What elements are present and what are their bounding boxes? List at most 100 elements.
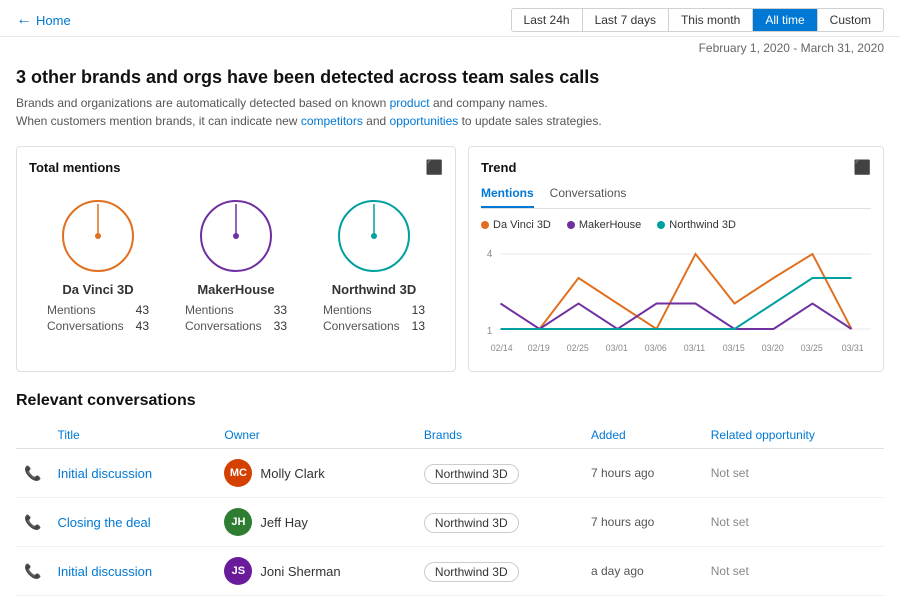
tab-conversations[interactable]: Conversations	[550, 186, 627, 208]
back-button[interactable]: ← Home	[16, 11, 71, 29]
table-row: 📞 Initial discussion MC Molly Clark Nort…	[16, 449, 884, 498]
svg-text:1: 1	[487, 326, 492, 337]
avatar-1: MC	[224, 459, 252, 487]
conv-related-1: Not set	[703, 449, 884, 498]
phone-icon-1: 📞	[16, 449, 49, 498]
svg-text:03/31: 03/31	[842, 343, 864, 353]
table-row: 📞 Closing the deal JH Jeff Hay Northwind…	[16, 498, 884, 547]
conv-owner-2: JH Jeff Hay	[216, 498, 416, 547]
back-label: Home	[36, 13, 71, 28]
brand-stats-makerhouse: Mentions 33 Conversations 33	[185, 303, 287, 333]
svg-text:03/20: 03/20	[762, 343, 784, 353]
trend-share-icon[interactable]: ⬛	[854, 159, 871, 176]
conv-title-1[interactable]: Initial discussion	[49, 449, 216, 498]
competitors-link[interactable]: competitors	[301, 114, 363, 128]
brand-name-northwind: Northwind 3D	[332, 282, 417, 297]
conv-added-3: a day ago	[583, 547, 703, 596]
avatar-3: JS	[224, 557, 252, 585]
page-description: Brands and organizations are automatical…	[16, 94, 884, 130]
legend-label-northwind: Northwind 3D	[669, 219, 736, 231]
legend-makerhouse: MakerHouse	[567, 219, 641, 231]
svg-text:03/25: 03/25	[801, 343, 823, 353]
col-related: Related opportunity	[703, 422, 884, 449]
opportunities-link[interactable]: opportunities	[390, 114, 459, 128]
conv-related-3: Not set	[703, 547, 884, 596]
brand-stats-northwind: Mentions 13 Conversations 13	[323, 303, 425, 333]
legend-dot-makerhouse	[567, 221, 575, 229]
table-row: 📞 Initial discussion JS Joni Sherman Nor…	[16, 547, 884, 596]
phone-icon-2: 📞	[16, 498, 49, 547]
avatar-2: JH	[224, 508, 252, 536]
trend-tabs: Mentions Conversations	[481, 186, 871, 209]
filter-last24h[interactable]: Last 24h	[512, 9, 583, 31]
brand-item-makerhouse: MakerHouse Mentions 33 Conversations 33	[185, 196, 287, 333]
brand-circle-northwind	[334, 196, 414, 276]
brand-circle-makerhouse	[196, 196, 276, 276]
brand-mentions-makerhouse: Mentions 33	[185, 303, 287, 317]
phone-icon-3: 📞	[16, 547, 49, 596]
svg-text:03/01: 03/01	[606, 343, 628, 353]
filter-custom[interactable]: Custom	[818, 9, 883, 31]
brand-stats-davinci: Mentions 43 Conversations 43	[47, 303, 149, 333]
trend-chart: 4 1 02/14 02/19 02/25 03/	[481, 239, 871, 359]
conv-brand-1: Northwind 3D	[416, 449, 583, 498]
owner-name-2: Jeff Hay	[260, 515, 307, 530]
brand-conversations-northwind: Conversations 13	[323, 319, 425, 333]
owner-name-1: Molly Clark	[260, 466, 324, 481]
legend-dot-northwind	[657, 221, 665, 229]
trend-title: Trend	[481, 160, 516, 175]
brand-mentions-northwind: Mentions 13	[323, 303, 425, 317]
brand-item-davinci: Da Vinci 3D Mentions 43 Conversations 43	[47, 196, 149, 333]
brand-name-davinci: Da Vinci 3D	[62, 282, 133, 297]
legend-dot-davinci	[481, 221, 489, 229]
brand-conversations-davinci: Conversations 43	[47, 319, 149, 333]
conv-title-2[interactable]: Closing the deal	[49, 498, 216, 547]
conv-title-3[interactable]: Initial discussion	[49, 547, 216, 596]
time-filter-group: Last 24h Last 7 days This month All time…	[511, 8, 884, 32]
col-added: Added	[583, 422, 703, 449]
svg-text:02/19: 02/19	[528, 343, 550, 353]
share-icon[interactable]: ⬛	[426, 159, 443, 176]
date-range: February 1, 2020 - March 31, 2020	[0, 37, 900, 59]
owner-name-3: Joni Sherman	[260, 564, 340, 579]
conv-brand-2: Northwind 3D	[416, 498, 583, 547]
brands-list: Da Vinci 3D Mentions 43 Conversations 43	[29, 186, 443, 343]
conv-related-2: Not set	[703, 498, 884, 547]
conv-owner-3: JS Joni Sherman	[216, 547, 416, 596]
conv-added-1: 7 hours ago	[583, 449, 703, 498]
col-owner: Owner	[216, 422, 416, 449]
svg-text:02/25: 02/25	[567, 343, 589, 353]
col-brands: Brands	[416, 422, 583, 449]
trend-legend: Da Vinci 3D MakerHouse Northwind 3D	[481, 219, 871, 231]
svg-text:03/15: 03/15	[723, 343, 745, 353]
brand-name-makerhouse: MakerHouse	[197, 282, 274, 297]
conv-added-2: 7 hours ago	[583, 498, 703, 547]
filter-alltime[interactable]: All time	[753, 9, 817, 31]
total-mentions-card: Total mentions ⬛ Da Vinci 3D	[16, 146, 456, 372]
total-mentions-title: Total mentions	[29, 160, 120, 175]
page-title: 3 other brands and orgs have been detect…	[16, 67, 884, 88]
legend-davinci: Da Vinci 3D	[481, 219, 551, 231]
brand-circle-davinci	[58, 196, 138, 276]
brand-conversations-makerhouse: Conversations 33	[185, 319, 287, 333]
col-icon	[16, 422, 49, 449]
svg-text:4: 4	[487, 249, 493, 260]
svg-text:03/06: 03/06	[645, 343, 667, 353]
col-title: Title	[49, 422, 216, 449]
tab-mentions[interactable]: Mentions	[481, 186, 534, 208]
filter-last7days[interactable]: Last 7 days	[583, 9, 669, 31]
back-arrow-icon: ←	[16, 11, 32, 29]
conv-owner-1: MC Molly Clark	[216, 449, 416, 498]
svg-text:03/11: 03/11	[684, 343, 705, 353]
conversations-section-title: Relevant conversations	[16, 392, 884, 410]
legend-label-davinci: Da Vinci 3D	[493, 219, 551, 231]
brand-mentions-davinci: Mentions 43	[47, 303, 149, 317]
conv-brand-3: Northwind 3D	[416, 547, 583, 596]
product-link[interactable]: product	[390, 96, 430, 110]
brand-item-northwind: Northwind 3D Mentions 13 Conversations 1…	[323, 196, 425, 333]
svg-text:02/14: 02/14	[491, 343, 513, 353]
legend-northwind: Northwind 3D	[657, 219, 736, 231]
legend-label-makerhouse: MakerHouse	[579, 219, 641, 231]
conversations-table: Title Owner Brands Added Related opportu…	[16, 422, 884, 596]
filter-thismonth[interactable]: This month	[669, 9, 753, 31]
